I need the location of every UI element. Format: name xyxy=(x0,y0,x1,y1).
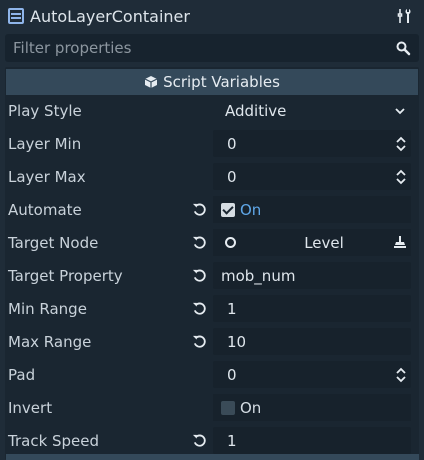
updown-arrows-icon[interactable] xyxy=(395,169,407,185)
layer-min-label: Layer Min xyxy=(8,134,82,153)
max-range-label: Max Range xyxy=(8,332,92,351)
revert-icon[interactable] xyxy=(192,334,207,349)
property-layer-max: Layer Max 0 xyxy=(5,160,419,193)
filter-properties-input[interactable] xyxy=(13,39,395,57)
automate-checkbox[interactable]: On xyxy=(213,196,411,223)
play-style-value: Additive xyxy=(225,101,287,120)
target-property-label: Target Property xyxy=(8,266,123,285)
filter-field xyxy=(5,34,419,62)
layer-max-value: 0 xyxy=(227,167,237,186)
property-automate: Automate On xyxy=(5,193,419,226)
property-invert: Invert On xyxy=(5,391,419,424)
layer-min-value: 0 xyxy=(227,134,237,153)
revert-icon[interactable] xyxy=(192,301,207,316)
updown-arrows-icon[interactable] xyxy=(395,367,407,383)
property-pad: Pad 0 xyxy=(5,358,419,391)
automate-label: Automate xyxy=(8,200,82,219)
property-layer-min: Layer Min 0 xyxy=(5,127,419,160)
revert-icon[interactable] xyxy=(192,235,207,250)
properties-body: Script Variables Play Style Additive Lay… xyxy=(5,67,419,460)
chevron-down-icon xyxy=(395,108,405,115)
pad-spinbox[interactable]: 0 xyxy=(213,361,411,388)
inspector-header: AutoLayerContainer xyxy=(0,0,424,32)
container-node-icon xyxy=(8,8,24,24)
updown-arrows-icon[interactable] xyxy=(395,136,407,152)
property-target-node: Target Node Level xyxy=(5,226,419,259)
pad-label: Pad xyxy=(8,365,36,384)
property-target-property: Target Property mob_num xyxy=(5,259,419,292)
pad-value: 0 xyxy=(227,365,237,384)
track-speed-label: Track Speed xyxy=(8,431,100,450)
play-style-label: Play Style xyxy=(8,101,82,120)
assign-icon[interactable] xyxy=(393,235,407,249)
track-speed-field[interactable]: 1 xyxy=(213,427,411,454)
min-range-value: 1 xyxy=(227,299,237,318)
target-node-label: Target Node xyxy=(8,233,99,252)
search-icon xyxy=(396,41,411,56)
cube-icon xyxy=(144,76,158,88)
min-range-field[interactable]: 1 xyxy=(213,295,411,322)
node-title: AutoLayerContainer xyxy=(30,6,190,26)
invert-value: On xyxy=(240,398,262,417)
layer-max-label: Layer Max xyxy=(8,167,86,186)
layer-max-spinbox[interactable]: 0 xyxy=(213,163,411,190)
tools-icon[interactable] xyxy=(396,7,414,25)
invert-label: Invert xyxy=(8,398,53,417)
revert-icon[interactable] xyxy=(192,268,207,283)
target-node-picker[interactable]: Level xyxy=(213,229,411,256)
layer-min-spinbox[interactable]: 0 xyxy=(213,130,411,157)
inspector-panel: AutoLayerContainer Script Variables xyxy=(0,0,424,460)
checkbox-checked-icon xyxy=(221,202,235,217)
target-property-field[interactable]: mob_num xyxy=(213,262,411,289)
property-max-range: Max Range 10 xyxy=(5,325,419,358)
checkbox-unchecked-icon xyxy=(221,400,235,415)
target-node-value: Level xyxy=(304,233,344,252)
automate-value: On xyxy=(240,200,262,219)
invert-checkbox[interactable]: On xyxy=(213,394,411,421)
max-range-field[interactable]: 10 xyxy=(213,328,411,355)
section-title: Script Variables xyxy=(163,73,280,91)
property-min-range: Min Range 1 xyxy=(5,292,419,325)
property-track-speed: Track Speed 1 xyxy=(5,424,419,457)
node-circle-icon xyxy=(225,237,236,248)
min-range-label: Min Range xyxy=(8,299,87,318)
max-range-value: 10 xyxy=(227,332,247,351)
revert-icon[interactable] xyxy=(192,433,207,448)
track-speed-value: 1 xyxy=(227,431,237,450)
next-section-strip xyxy=(6,454,419,460)
filter-bar xyxy=(0,32,424,64)
revert-icon[interactable] xyxy=(192,202,207,217)
target-property-value: mob_num xyxy=(221,266,296,285)
property-play-style: Play Style Additive xyxy=(5,94,419,127)
play-style-dropdown[interactable]: Additive xyxy=(213,97,411,124)
section-script-variables[interactable]: Script Variables xyxy=(6,69,418,95)
